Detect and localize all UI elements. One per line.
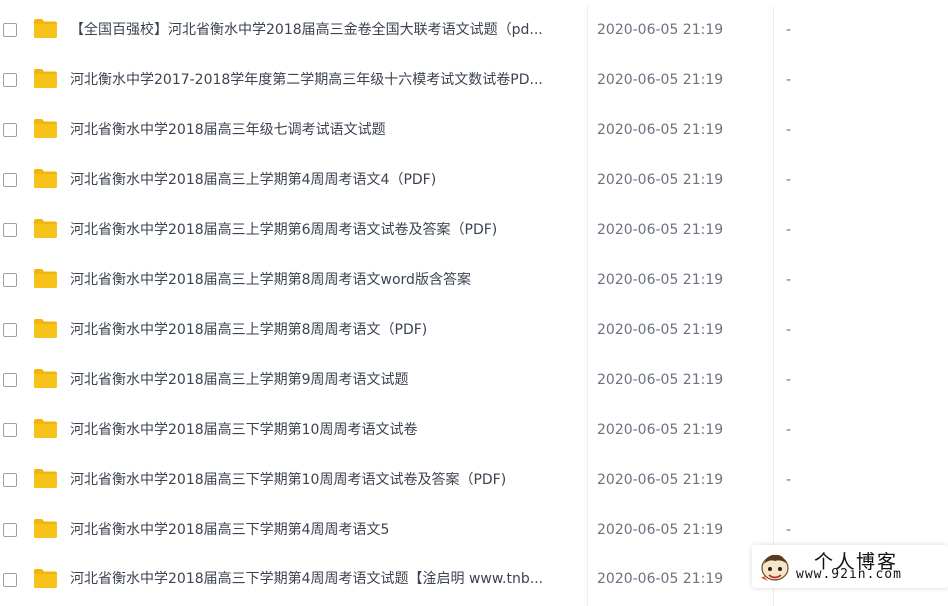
file-name[interactable]: 河北省衡水中学2018届高三上学期第8周周考语文word版含答案 [70, 269, 580, 291]
file-name[interactable]: 河北省衡水中学2018届高三下学期第10周周考语文试卷 [70, 419, 580, 441]
file-row[interactable]: 河北省衡水中学2018届高三下学期第10周周考语文试卷 2020-06-05 2… [0, 406, 948, 456]
folder-icon [34, 319, 57, 338]
file-size: - [786, 372, 792, 388]
file-name[interactable]: 【全国百强校】河北省衡水中学2018届高三金卷全国大联考语文试题（pd... [70, 19, 580, 41]
column-divider [773, 456, 774, 506]
column-divider [587, 106, 588, 156]
row-checkbox[interactable] [3, 223, 17, 237]
column-divider [773, 156, 774, 206]
modified-date: 2020-06-05 21:19 [597, 72, 724, 88]
file-size: - [786, 472, 792, 488]
column-divider [773, 256, 774, 306]
modified-date: 2020-06-05 21:19 [597, 522, 724, 538]
blog-watermark: 个人博客 www.92in.com [752, 545, 948, 588]
modified-date: 2020-06-05 21:19 [597, 322, 724, 338]
column-divider [587, 456, 588, 506]
modified-date: 2020-06-05 21:19 [597, 122, 724, 138]
folder-icon [34, 369, 57, 388]
file-size: - [786, 422, 792, 438]
row-checkbox[interactable] [3, 573, 17, 587]
file-name[interactable]: 河北衡水中学2017-2018学年度第二学期高三年级十六模考试文数试卷PD... [70, 69, 580, 91]
column-divider [587, 206, 588, 256]
file-row[interactable]: 河北省衡水中学2018届高三上学期第6周周考语文试卷及答案（PDF) 2020-… [0, 206, 948, 256]
file-row[interactable]: 【全国百强校】河北省衡水中学2018届高三金卷全国大联考语文试题（pd... 2… [0, 6, 948, 56]
file-size: - [786, 172, 792, 188]
folder-icon [34, 169, 57, 188]
row-checkbox[interactable] [3, 73, 17, 87]
column-divider [587, 306, 588, 356]
file-size: - [786, 272, 792, 288]
file-row[interactable]: 河北省衡水中学2018届高三上学期第9周周考语文试题 2020-06-05 21… [0, 356, 948, 406]
row-checkbox[interactable] [3, 523, 17, 537]
modified-date: 2020-06-05 21:19 [597, 172, 724, 188]
file-size: - [786, 322, 792, 338]
file-name[interactable]: 河北省衡水中学2018届高三下学期第4周周考语文5 [70, 519, 580, 541]
folder-icon [34, 419, 57, 438]
watermark-url: www.92in.com [796, 567, 902, 582]
column-divider [773, 106, 774, 156]
file-name[interactable]: 河北省衡水中学2018届高三上学期第8周周考语文（PDF) [70, 319, 580, 341]
row-checkbox[interactable] [3, 373, 17, 387]
folder-icon [34, 219, 57, 238]
file-size: - [786, 22, 792, 38]
file-size: - [786, 522, 792, 538]
file-size: - [786, 122, 792, 138]
column-divider [587, 6, 588, 56]
folder-icon [34, 69, 57, 88]
row-checkbox[interactable] [3, 273, 17, 287]
column-divider [587, 56, 588, 106]
modified-date: 2020-06-05 21:19 [597, 222, 724, 238]
folder-icon [34, 269, 57, 288]
column-divider [587, 506, 588, 556]
file-row[interactable]: 河北省衡水中学2018届高三上学期第4周周考语文4（PDF) 2020-06-0… [0, 156, 948, 206]
folder-icon [34, 469, 57, 488]
file-size: - [786, 72, 792, 88]
column-divider [587, 406, 588, 456]
file-name[interactable]: 河北省衡水中学2018届高三年级七调考试语文试题 [70, 119, 580, 141]
row-checkbox[interactable] [3, 473, 17, 487]
blog-logo-icon [761, 554, 789, 581]
folder-icon [34, 19, 57, 38]
file-row[interactable]: 河北衡水中学2017-2018学年度第二学期高三年级十六模考试文数试卷PD...… [0, 56, 948, 106]
file-name[interactable]: 河北省衡水中学2018届高三上学期第4周周考语文4（PDF) [70, 169, 580, 191]
file-name[interactable]: 河北省衡水中学2018届高三上学期第6周周考语文试卷及答案（PDF) [70, 219, 580, 241]
column-divider [773, 206, 774, 256]
column-divider [773, 56, 774, 106]
column-divider [587, 556, 588, 606]
column-divider [773, 356, 774, 406]
column-divider [587, 356, 588, 406]
column-divider [587, 156, 588, 206]
modified-date: 2020-06-05 21:19 [597, 571, 724, 587]
column-divider [773, 6, 774, 56]
file-name[interactable]: 河北省衡水中学2018届高三下学期第4周周考语文试题【淦启明 www.tnb..… [70, 568, 580, 590]
file-list: 【全国百强校】河北省衡水中学2018届高三金卷全国大联考语文试题（pd... 2… [0, 6, 948, 606]
column-divider [773, 306, 774, 356]
file-size: - [786, 222, 792, 238]
folder-icon [34, 569, 57, 588]
modified-date: 2020-06-05 21:19 [597, 472, 724, 488]
row-checkbox[interactable] [3, 423, 17, 437]
folder-icon [34, 119, 57, 138]
row-checkbox[interactable] [3, 123, 17, 137]
file-name[interactable]: 河北省衡水中学2018届高三上学期第9周周考语文试题 [70, 369, 580, 391]
modified-date: 2020-06-05 21:19 [597, 422, 724, 438]
file-row[interactable]: 河北省衡水中学2018届高三上学期第8周周考语文（PDF) 2020-06-05… [0, 306, 948, 356]
row-checkbox[interactable] [3, 23, 17, 37]
file-name[interactable]: 河北省衡水中学2018届高三下学期第10周周考语文试卷及答案（PDF) [70, 469, 580, 491]
modified-date: 2020-06-05 21:19 [597, 372, 724, 388]
modified-date: 2020-06-05 21:19 [597, 272, 724, 288]
file-row[interactable]: 河北省衡水中学2018届高三上学期第8周周考语文word版含答案 2020-06… [0, 256, 948, 306]
column-divider [773, 406, 774, 456]
file-row[interactable]: 河北省衡水中学2018届高三下学期第10周周考语文试卷及答案（PDF) 2020… [0, 456, 948, 506]
column-divider [587, 256, 588, 306]
folder-icon [34, 519, 57, 538]
row-checkbox[interactable] [3, 173, 17, 187]
modified-date: 2020-06-05 21:19 [597, 22, 724, 38]
row-checkbox[interactable] [3, 323, 17, 337]
file-row[interactable]: 河北省衡水中学2018届高三年级七调考试语文试题 2020-06-05 21:1… [0, 106, 948, 156]
